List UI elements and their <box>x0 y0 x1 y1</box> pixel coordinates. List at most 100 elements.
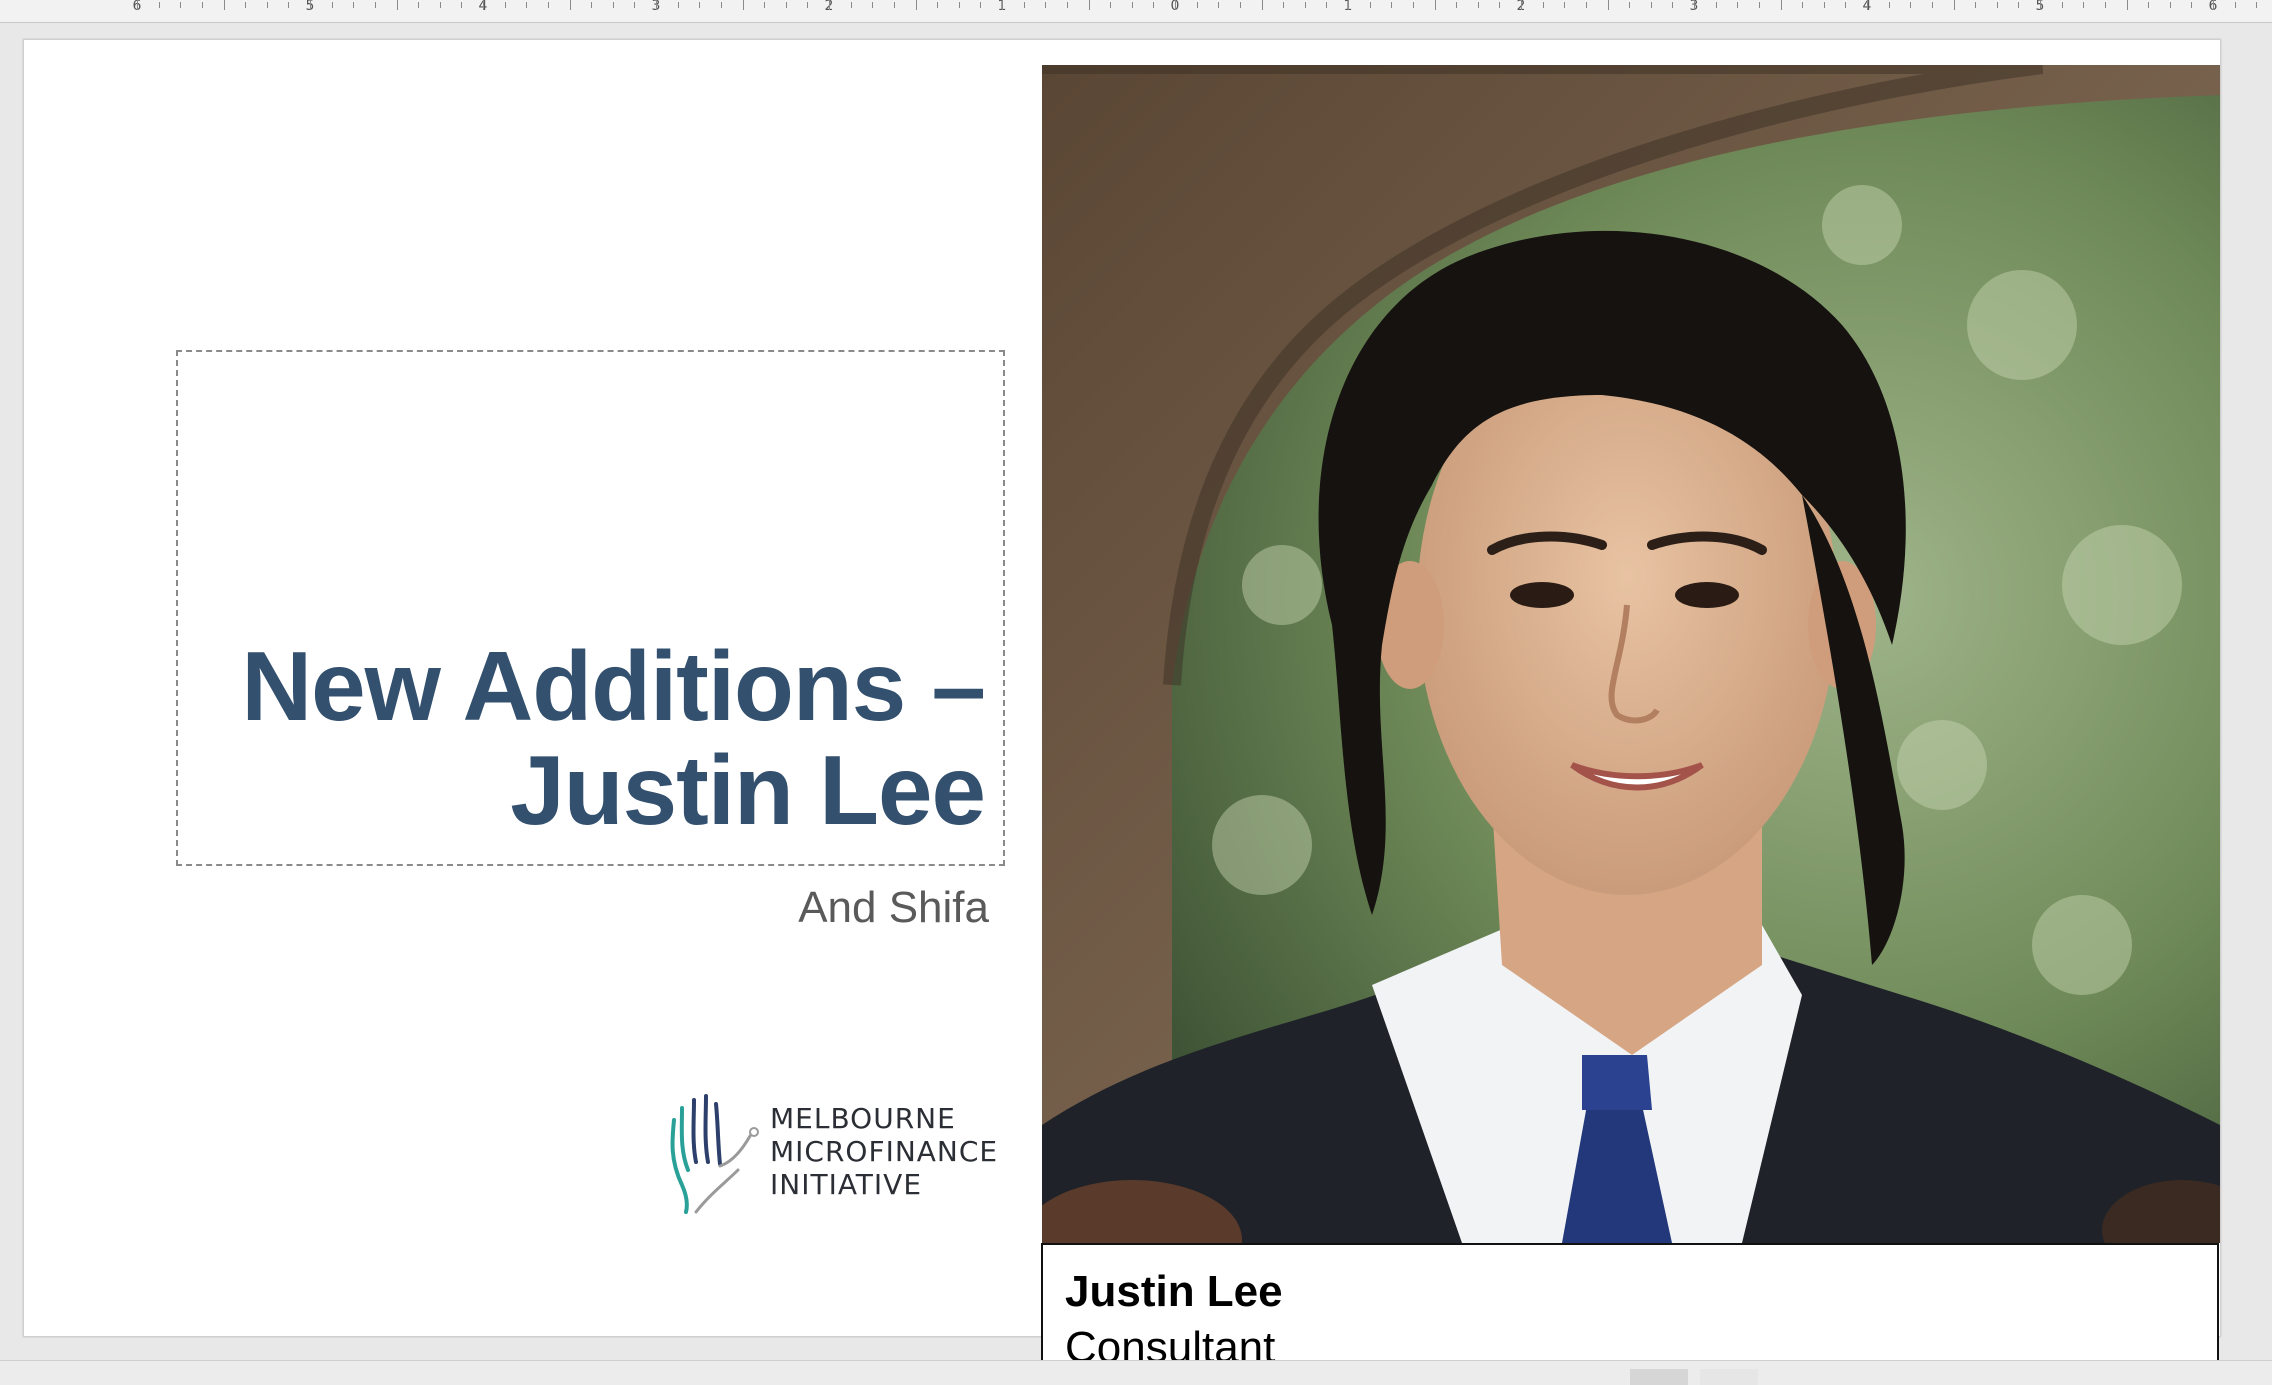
ruler-tick <box>1305 2 1306 8</box>
ruler-tick <box>1910 2 1911 8</box>
logo-line-2: MICROFINANCE <box>770 1135 999 1168</box>
ruler-tick <box>1781 0 1782 10</box>
ruler-tick <box>1348 0 1349 10</box>
ruler-tick <box>1997 2 1998 8</box>
ruler-tick <box>1153 2 1154 8</box>
title-placeholder[interactable]: New Additions – Justin Lee <box>176 350 1005 866</box>
ruler-tick <box>1954 0 1955 10</box>
ruler-tick <box>1326 2 1327 8</box>
ruler-tick <box>699 2 700 8</box>
ruler-tick <box>678 2 679 8</box>
ruler-tick <box>2170 2 2171 8</box>
ruler-tick <box>483 0 484 10</box>
ruler-tick <box>1802 2 1803 8</box>
ruler-tick <box>2256 2 2257 8</box>
ruler-tick <box>959 2 960 8</box>
horizontal-ruler[interactable]: 6543210123456 <box>0 0 2272 23</box>
ruler-tick <box>1564 2 1565 8</box>
ruler-tick <box>397 0 398 10</box>
ruler-tick <box>2062 2 2063 8</box>
ruler-tick <box>440 2 441 8</box>
ruler-tick <box>1024 2 1025 8</box>
ruler-tick <box>288 2 289 8</box>
mmi-logo[interactable]: MELBOURNE MICROFINANCE INITIATIVE <box>660 1090 1010 1215</box>
ruler-tick <box>1824 2 1825 8</box>
hand-logo-icon <box>670 1094 759 1214</box>
title-line-1: New Additions – <box>241 631 986 741</box>
ruler-tick <box>937 2 938 8</box>
ruler-tick <box>224 0 225 10</box>
ruler-tick <box>1737 2 1738 8</box>
ruler-tick <box>634 2 635 8</box>
ruler-tick <box>418 2 419 8</box>
ruler-tick <box>1002 0 1003 10</box>
view-sorter-button[interactable] <box>1700 1369 1758 1385</box>
photo-caption-box[interactable]: Justin Lee Consultant <box>1041 1243 2219 1373</box>
ruler-tick <box>1629 2 1630 8</box>
ruler-tick <box>591 2 592 8</box>
ruler-tick <box>2127 0 2128 10</box>
logo-wordmark: MELBOURNE MICROFINANCE INITIATIVE <box>770 1102 998 1201</box>
ruler-tick <box>2105 2 2106 8</box>
ruler-tick <box>267 2 268 8</box>
ruler-tick <box>245 2 246 8</box>
ruler-tick <box>1067 2 1068 8</box>
ruler-tick <box>2083 2 2084 8</box>
ruler-tick <box>2040 0 2041 10</box>
ruler-tick <box>310 0 311 10</box>
ruler-tick <box>1089 0 1090 10</box>
ruler-tick <box>2213 0 2214 10</box>
ruler-tick <box>375 2 376 8</box>
ruler-tick <box>1175 0 1176 10</box>
ruler-tick <box>1478 2 1479 8</box>
ruler-tick <box>1132 2 1133 8</box>
ruler-tick <box>180 2 181 8</box>
ruler-tick <box>1413 2 1414 8</box>
ruler-tick <box>916 0 917 10</box>
ruler-tick <box>1975 2 1976 8</box>
logo-line-1: MELBOURNE <box>770 1102 956 1135</box>
ruler-tick <box>2148 2 2149 8</box>
ruler-tick <box>1045 2 1046 8</box>
ruler-tick <box>1586 2 1587 8</box>
status-bar <box>0 1360 2272 1385</box>
ruler-tick <box>613 2 614 8</box>
ruler-tick <box>872 2 873 8</box>
ruler-tick <box>894 2 895 8</box>
ruler-tick <box>202 2 203 8</box>
ruler-tick <box>570 0 571 10</box>
ruler-tick <box>1456 2 1457 8</box>
ruler-tick <box>159 2 160 8</box>
title-line-2: Justin Lee <box>510 735 986 845</box>
ruler-tick <box>980 2 981 8</box>
ruler-tick <box>1932 2 1933 8</box>
portrait-photo[interactable] <box>1042 65 2220 1243</box>
ruler-tick <box>1608 0 1609 10</box>
ruler-tick <box>743 0 744 10</box>
ruler-tick <box>786 2 787 8</box>
slide-subtitle[interactable]: And Shifa <box>644 883 989 933</box>
logo-line-3: INITIATIVE <box>770 1168 923 1201</box>
ruler-tick <box>851 2 852 8</box>
ruler-tick <box>1543 2 1544 8</box>
ruler-tick <box>548 2 549 8</box>
ruler-tick <box>505 2 506 8</box>
ruler-tick <box>2018 2 2019 8</box>
ruler-tick <box>1651 2 1652 8</box>
ruler-tick <box>2235 2 2236 8</box>
ruler-tick <box>1110 2 1111 8</box>
ruler-tick <box>1694 0 1695 10</box>
ruler-tick <box>1240 2 1241 8</box>
ruler-tick <box>332 2 333 8</box>
slide-canvas[interactable]: New Additions – Justin Lee And Shifa MEL… <box>23 39 2221 1373</box>
slide-title[interactable]: New Additions – Justin Lee <box>241 631 986 845</box>
ruler-tick <box>807 2 808 8</box>
ruler-tick <box>1716 2 1717 8</box>
ruler-tick <box>1889 2 1890 8</box>
view-normal-button[interactable] <box>1630 1369 1688 1385</box>
ruler-tick <box>1845 2 1846 8</box>
ruler-tick <box>1370 2 1371 8</box>
ruler-tick <box>1435 0 1436 10</box>
ruler-tick <box>461 2 462 8</box>
ruler-tick <box>1283 2 1284 8</box>
